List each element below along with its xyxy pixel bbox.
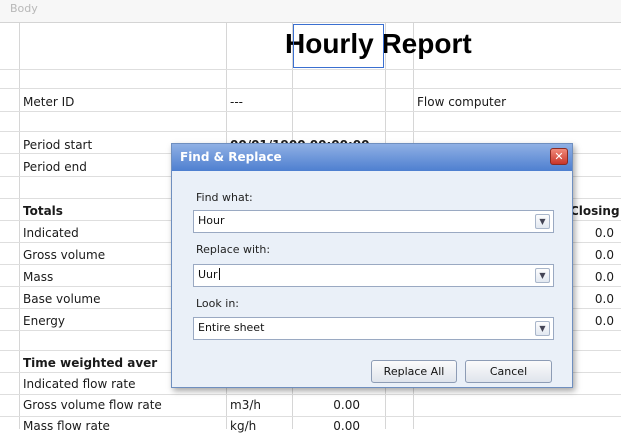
meter-id-label: Meter ID <box>23 95 75 109</box>
dialog-title: Find & Replace <box>180 150 282 164</box>
flow-row-label: Mass flow rate <box>23 419 110 433</box>
row-divider <box>0 416 621 417</box>
row-divider <box>0 69 621 70</box>
selected-cell[interactable] <box>293 24 384 68</box>
look-in-select[interactable]: Entire sheet ▼ <box>193 317 554 340</box>
row-divider <box>0 131 621 132</box>
total-row-closing: 0.0 <box>594 270 614 284</box>
flow-row-label: Gross volume flow rate <box>23 398 162 412</box>
find-replace-dialog: Find & Replace ✕ Find what: Hour ▼ Repla… <box>171 143 573 388</box>
sheet-section-header: Body <box>0 0 621 23</box>
replace-with-value: Uur <box>198 268 218 281</box>
closing-header: Closing <box>570 204 620 218</box>
total-row-closing: 0.0 <box>594 248 614 262</box>
text-cursor <box>218 268 220 280</box>
total-row-label: Indicated <box>23 226 79 240</box>
total-row-closing: 0.0 <box>594 314 614 328</box>
find-what-value: Hour <box>198 214 225 227</box>
meter-id-value: --- <box>230 95 243 109</box>
replace-with-label: Replace with: <box>196 243 271 256</box>
flow-row-value: 0.00 <box>333 398 360 412</box>
column-divider <box>19 23 20 429</box>
chevron-down-icon[interactable]: ▼ <box>535 268 550 283</box>
total-row-label: Mass <box>23 270 54 284</box>
period-end-label: Period end <box>23 160 87 174</box>
totals-label: Totals <box>23 204 63 218</box>
total-row-label: Energy <box>23 314 66 328</box>
total-row-closing: 0.0 <box>594 226 614 240</box>
total-row-closing: 0.0 <box>594 292 614 306</box>
close-icon[interactable]: ✕ <box>550 148 568 165</box>
section-label: Body <box>10 2 38 15</box>
replace-all-button[interactable]: Replace All <box>371 360 457 383</box>
chevron-down-icon[interactable]: ▼ <box>535 321 550 336</box>
dialog-titlebar[interactable]: Find & Replace ✕ <box>172 144 572 171</box>
row-divider <box>0 111 621 112</box>
flow-computer-label: Flow computer <box>417 95 507 109</box>
period-start-label: Period start <box>23 138 93 152</box>
cancel-button[interactable]: Cancel <box>465 360 552 383</box>
look-in-label: Look in: <box>196 297 239 310</box>
row-divider <box>0 88 621 89</box>
total-row-label: Gross volume <box>23 248 106 262</box>
flow-row-value: 0.00 <box>333 419 360 433</box>
time-weighted-label: Time weighted aver <box>23 356 158 370</box>
total-row-label: Base volume <box>23 292 101 306</box>
find-what-field[interactable]: Hour ▼ <box>193 210 554 233</box>
chevron-down-icon[interactable]: ▼ <box>535 214 550 229</box>
flow-row-unit: kg/h <box>230 419 257 433</box>
flow-row-label: Indicated flow rate <box>23 377 136 391</box>
flow-row-unit: m3/h <box>230 398 261 412</box>
find-what-label: Find what: <box>196 191 253 204</box>
replace-with-field[interactable]: Uur ▼ <box>193 264 554 287</box>
look-in-value: Entire sheet <box>198 321 265 334</box>
row-divider <box>0 394 621 395</box>
